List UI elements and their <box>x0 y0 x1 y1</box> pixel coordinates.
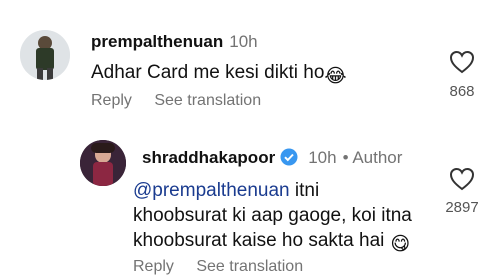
comment-username[interactable]: prempalthenuan 10h <box>91 32 258 52</box>
avatar-image <box>80 140 126 186</box>
heart-outline-icon <box>449 167 475 191</box>
avatar[interactable] <box>80 140 126 186</box>
avatar[interactable] <box>20 30 70 80</box>
heart-outline-icon <box>449 50 475 74</box>
comment-time: 10h <box>308 148 337 167</box>
avatar-image <box>20 30 70 80</box>
comment-1: prempalthenuan 10h Adhar Card me kesi dik… <box>0 0 500 125</box>
heart-icon[interactable] <box>449 50 475 74</box>
see-translation-button[interactable]: See translation <box>154 92 261 109</box>
comment-text: Adhar Card me kesi dikti ho😂 <box>91 60 347 89</box>
yum-emoji-icon: 😋 <box>390 234 411 255</box>
comment-body: Adhar Card me kesi dikti ho <box>91 62 325 83</box>
mention-link[interactable]: @prempalthenuan <box>133 180 290 201</box>
comment-actions: Reply See translation <box>91 92 261 110</box>
comment-username[interactable]: shraddhakapoor 10h • Author <box>142 148 402 171</box>
like-count: 868 <box>449 83 475 100</box>
like-count: 2897 <box>445 199 479 216</box>
reply-button[interactable]: Reply <box>91 92 132 109</box>
comment-body-line2: khoobsurat ki aap gaoge, koi itna <box>133 205 412 226</box>
reply-button[interactable]: Reply <box>133 258 174 275</box>
laughing-emoji-icon: 😂 <box>324 66 347 87</box>
verified-badge-icon <box>280 148 298 171</box>
see-translation-button[interactable]: See translation <box>196 258 303 275</box>
heart-icon[interactable] <box>449 167 475 191</box>
comment-text: @prempalthenuan itni khoobsurat ki aap g… <box>133 178 433 257</box>
comment-time: 10h <box>229 32 258 51</box>
author-label: • Author <box>342 148 403 167</box>
comment-actions: Reply See translation <box>133 258 303 276</box>
username-text[interactable]: prempalthenuan <box>91 32 223 51</box>
comment-body-line3: khoobsurat kaise ho sakta hai <box>133 230 385 251</box>
username-text[interactable]: shraddhakapoor <box>142 148 275 167</box>
comment-2: shraddhakapoor 10h • Author @prempalthenua… <box>0 125 500 280</box>
comment-body-line1: itni <box>289 180 320 201</box>
